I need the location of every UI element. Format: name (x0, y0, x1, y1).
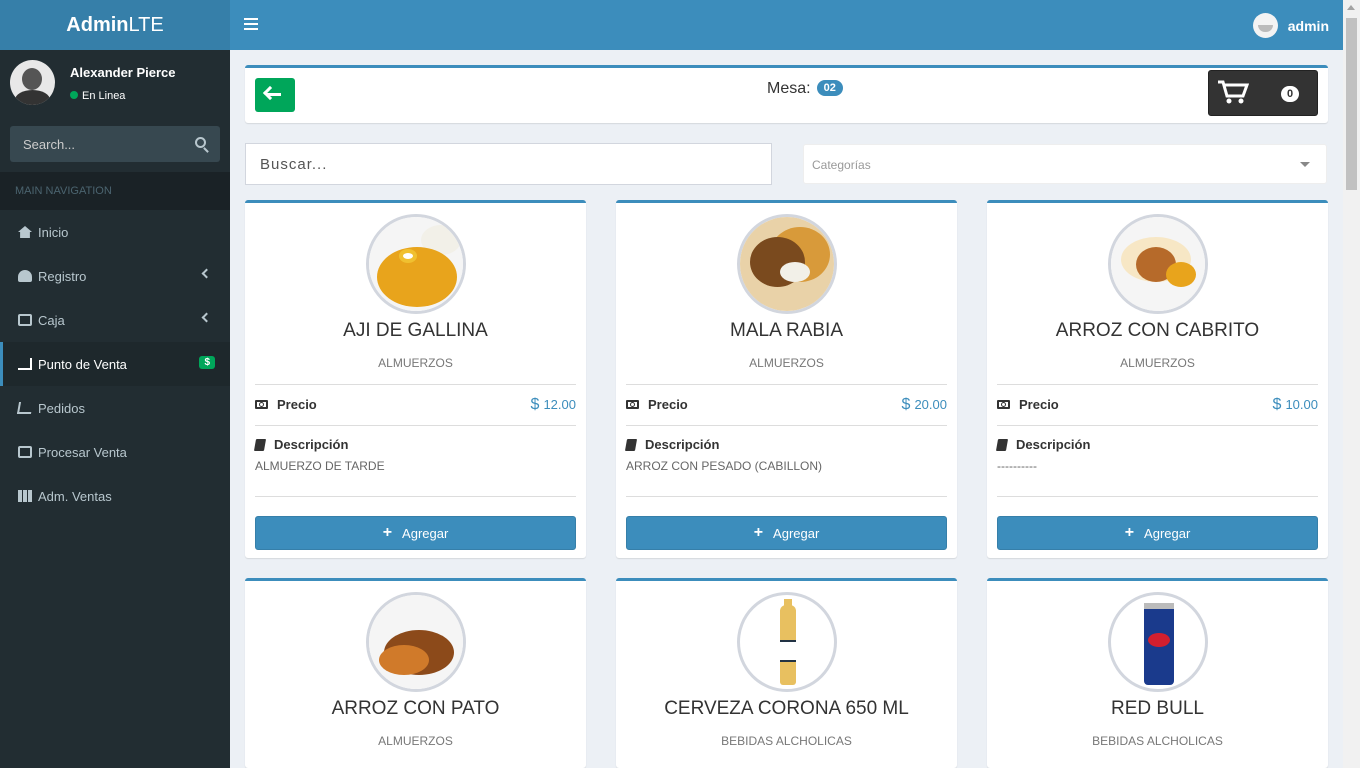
product-name: MALA RABIA (730, 320, 843, 341)
product-name: ARROZ CON CABRITO (1055, 320, 1260, 341)
inbox-icon (18, 314, 32, 326)
add-to-cart-button[interactable]: + Agregar (626, 516, 947, 550)
money-bill-icon (997, 400, 1010, 409)
money-icon (18, 446, 32, 458)
plus-icon: + (753, 524, 764, 541)
product-category: ALMUERZOS (749, 356, 824, 370)
book-icon (253, 438, 267, 451)
product-card: AJI DE GALLINA ALMUERZOS Precio $12.00 D… (245, 200, 586, 558)
product-price: $12.00 (530, 396, 576, 413)
sidebar-search-input[interactable] (10, 126, 180, 162)
shopping-cart-icon (1218, 80, 1249, 104)
chevron-left-icon (201, 268, 212, 279)
product-card: CERVEZA CORONA 650 ML BEBIDAS ALCHOLICAS (616, 578, 957, 768)
product-price: $20.00 (901, 396, 947, 413)
caret-down-icon (1300, 162, 1310, 167)
book-icon (995, 438, 1009, 451)
grid-icon (18, 490, 32, 502)
product-category: ALMUERZOS (378, 356, 453, 370)
sidebar-item-pedidos[interactable]: Pedidos (0, 386, 230, 430)
cart-button[interactable]: 0 (1208, 70, 1318, 116)
product-card: RED BULL BEBIDAS ALCHOLICAS (987, 578, 1328, 768)
product-name: ARROZ CON PATO (331, 698, 500, 719)
top-navbar: admin (230, 0, 1343, 50)
product-card: MALA RABIA ALMUERZOS Precio $20.00 Descr… (616, 200, 957, 558)
category-select[interactable]: Categorías (803, 144, 1327, 184)
sidebar-item-procesar-venta[interactable]: Procesar Venta (0, 430, 230, 474)
product-image (366, 592, 466, 692)
cart-outline-icon (16, 402, 34, 414)
product-name: RED BULL (1111, 698, 1204, 719)
scroll-up-icon[interactable] (1347, 5, 1355, 10)
add-to-cart-button[interactable]: + Agregar (997, 516, 1318, 550)
avatar (1252, 13, 1278, 38)
price-label: Precio (997, 397, 1059, 412)
product-search-input[interactable] (245, 143, 772, 185)
dashboard-icon (18, 270, 32, 282)
user-status: En Linea (70, 90, 125, 102)
product-name: CERVEZA CORONA 650 ML (664, 698, 909, 719)
sidebar-menu: Inicio Registro Caja Punto de Venta $ Ped… (0, 210, 230, 518)
description-label: Descripción (995, 437, 1090, 452)
cart-icon (18, 358, 32, 370)
product-name: AJI DE GALLINA (343, 320, 488, 341)
app-logo[interactable]: AdminLTE (0, 0, 230, 50)
nav-header: MAIN NAVIGATION (0, 172, 230, 210)
description-label: Descripción (253, 437, 348, 452)
product-description: ARROZ CON PESADO (CABILLON) (626, 459, 823, 473)
product-image (737, 592, 837, 692)
product-image (1108, 214, 1208, 314)
user-panel-name: Alexander Pierce (70, 65, 176, 80)
arrow-left-icon (267, 93, 281, 96)
product-image (1108, 592, 1208, 692)
home-icon (18, 226, 32, 238)
product-card: ARROZ CON PATO ALMUERZOS (245, 578, 586, 768)
menu-toggle-icon[interactable] (244, 15, 258, 35)
user-panel: Alexander Pierce En Linea (0, 50, 230, 120)
sidebar-item-caja[interactable]: Caja (0, 298, 230, 342)
chevron-left-icon (201, 312, 212, 323)
money-bill-icon (255, 400, 268, 409)
page-scrollbar[interactable] (1343, 0, 1360, 768)
price-label: Precio (626, 397, 688, 412)
product-image (737, 214, 837, 314)
sidebar-item-registro[interactable]: Registro (0, 254, 230, 298)
plus-icon: + (382, 524, 393, 541)
product-category: BEBIDAS ALCHOLICAS (721, 734, 852, 748)
order-toolbar: Mesa: 02 0 (245, 65, 1328, 123)
product-description: ---------- (997, 459, 1037, 473)
description-label: Descripción (624, 437, 719, 452)
sidebar: Alexander Pierce En Linea MAIN NAVIGATIO… (0, 50, 230, 768)
product-card: ARROZ CON CABRITO ALMUERZOS Precio $10.0… (987, 200, 1328, 558)
price-label: Precio (255, 397, 317, 412)
table-number-badge: 02 (816, 80, 843, 96)
plus-icon: + (1124, 524, 1135, 541)
user-menu[interactable]: admin (1252, 13, 1329, 38)
add-to-cart-button[interactable]: + Agregar (255, 516, 576, 550)
search-icon[interactable] (195, 137, 206, 148)
product-category: ALMUERZOS (1120, 356, 1195, 370)
sidebar-item-adm-ventas[interactable]: Adm. Ventas (0, 474, 230, 518)
sidebar-item-punto-de-venta[interactable]: Punto de Venta $ (0, 342, 230, 386)
back-button[interactable] (255, 78, 295, 112)
dollar-badge: $ (199, 356, 215, 369)
user-name: admin (1287, 17, 1329, 34)
cart-count-badge: 0 (1281, 86, 1299, 102)
book-icon (624, 438, 638, 451)
sidebar-item-inicio[interactable]: Inicio (0, 210, 230, 254)
product-price: $10.00 (1272, 396, 1318, 413)
product-category: BEBIDAS ALCHOLICAS (1092, 734, 1223, 748)
product-category: ALMUERZOS (378, 734, 453, 748)
online-dot-icon (70, 91, 78, 99)
sidebar-search (10, 126, 220, 162)
money-bill-icon (626, 400, 639, 409)
user-avatar (10, 60, 55, 105)
product-description: ALMUERZO DE TARDE (255, 459, 385, 473)
scrollbar-thumb[interactable] (1346, 18, 1357, 190)
table-indicator: Mesa: 02 (767, 80, 843, 98)
product-image (366, 214, 466, 314)
